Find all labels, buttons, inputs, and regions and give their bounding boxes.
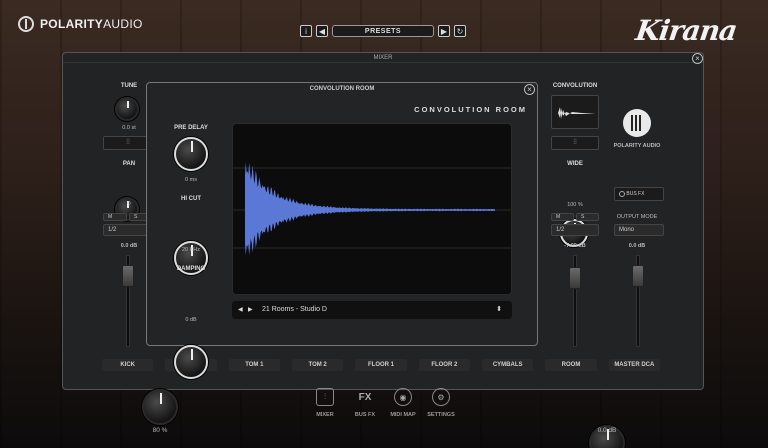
nav-settings-label: SETTINGS	[427, 412, 455, 418]
room-fader-handle[interactable]	[569, 267, 581, 289]
nav-bus-fx[interactable]: FX BUS FX	[345, 388, 385, 419]
mute-button[interactable]: M	[103, 213, 127, 221]
midi-icon: ◉	[394, 388, 412, 406]
brand-logo: POLARITYAUDIO	[18, 16, 143, 32]
fader-handle[interactable]	[122, 265, 134, 287]
damping-value: 0 dB	[185, 317, 197, 323]
next-preset-button[interactable]: ▶	[438, 25, 450, 37]
plugin-logo: Kirana	[633, 14, 739, 47]
damping-knob[interactable]	[174, 345, 208, 379]
convolution-label: CONVOLUTION	[552, 83, 598, 89]
room-mute-button[interactable]: M	[551, 213, 574, 221]
prev-preset-button[interactable]: ◀	[316, 25, 328, 37]
preset-selector[interactable]: PRESETS	[332, 25, 434, 37]
brand-name-bold: POLARITY	[40, 17, 104, 31]
hicut-label: HI CUT	[181, 196, 201, 202]
impulse-name: 21 Rooms - Studio D	[262, 306, 327, 313]
master-gain-value: 0.0 dB	[628, 243, 646, 249]
predelay-label: PRE DELAY	[174, 125, 208, 131]
ir-waveform-display	[232, 123, 513, 295]
ir-waveform	[233, 162, 513, 256]
convolution-dialog: CONVOLUTION ROOM × CONVOLUTION ROOM PRE …	[146, 82, 538, 379]
conv-eq-button[interactable]: ⫶⫶	[551, 136, 599, 150]
power-icon	[619, 190, 625, 197]
preset-bar: i ◀ PRESETS ▶ ↻	[300, 25, 466, 37]
master-brand-label: POLARITY AUDIO	[613, 143, 661, 149]
ir-waveform-shape	[245, 162, 495, 256]
nav-midi-map-label: MIDI MAP	[390, 412, 416, 418]
damping-label: DAMPING	[176, 266, 206, 272]
impulse-selector[interactable]: ◀ ▶ 21 Rooms - Studio D ⬍	[232, 301, 512, 319]
fx-icon: FX	[358, 391, 372, 403]
channel-name-master-dca[interactable]: MASTER DCA	[608, 359, 660, 371]
polarity-master-logo-icon	[623, 109, 651, 137]
bottom-right-knob-value: 0.0 dB	[597, 427, 617, 434]
channel-name-cymbals[interactable]: CYMBALS	[482, 359, 534, 371]
polarity-logo-icon	[18, 16, 34, 32]
nav-mixer[interactable]: ⫶ MIXER	[305, 388, 345, 418]
hicut-value: 20 KHz	[181, 247, 201, 253]
bottom-left-knob-value: 80 %	[152, 427, 168, 434]
brand-name-light: AUDIO	[103, 17, 143, 31]
bus-fx-button[interactable]: BUS FX	[614, 187, 664, 201]
tune-knob[interactable]	[115, 97, 139, 121]
next-ir-icon[interactable]: ▶	[248, 301, 253, 319]
output-mode-select[interactable]: Mono	[614, 224, 664, 236]
channel-name-tom-2[interactable]: TOM 2	[292, 359, 344, 371]
bus-fx-label: BUS FX	[626, 191, 645, 197]
ir-thumbnail-wave	[558, 107, 596, 119]
room-solo-button[interactable]: S	[576, 213, 599, 221]
settings-icon: ⚙	[432, 388, 450, 406]
info-button[interactable]: i	[300, 25, 312, 37]
info-icon: i	[305, 26, 307, 36]
convolution-window-title: CONVOLUTION ROOM	[309, 86, 375, 92]
room-gain-value: -7.00 dB	[564, 243, 586, 249]
nav-settings[interactable]: ⚙ SETTINGS	[421, 388, 461, 418]
nav-midi-map[interactable]: ◉ MIDI MAP	[383, 388, 423, 418]
mixer-title: MIXER	[63, 53, 703, 63]
mixer-close-icon[interactable]: ×	[692, 53, 703, 64]
bottom-left-knob[interactable]	[142, 389, 178, 425]
refresh-icon[interactable]: ↻	[454, 25, 466, 37]
master-fader-handle[interactable]	[632, 265, 644, 287]
nav-bus-fx-label: BUS FX	[354, 412, 376, 418]
convolution-close-icon[interactable]: ×	[524, 84, 535, 95]
ir-dropdown-icon[interactable]: ⬍	[496, 301, 502, 319]
prev-ir-icon[interactable]: ◀	[238, 301, 243, 319]
channel-name-tom-1[interactable]: TOM 1	[228, 359, 280, 371]
output-mode-label: OUTPUT MODE	[616, 214, 658, 220]
wide-label: WIDE	[567, 161, 583, 167]
room-routing-select[interactable]: 1/2	[551, 224, 599, 236]
mixer-icon: ⫶	[316, 388, 334, 406]
nav-mixer-label: MIXER	[316, 412, 334, 418]
predelay-knob[interactable]	[174, 137, 208, 171]
ir-thumbnail[interactable]	[551, 95, 599, 129]
channel-name-kick[interactable]: KICK	[102, 359, 154, 371]
wide-value: 100 %	[567, 202, 583, 208]
convolution-heading: CONVOLUTION ROOM	[414, 105, 527, 114]
channel-name-room[interactable]: ROOM	[545, 359, 597, 371]
channel-name-floor-2[interactable]: FLOOR 2	[418, 359, 470, 371]
channel-name-floor-1[interactable]: FLOOR 1	[355, 359, 407, 371]
predelay-value: 0 ms	[185, 177, 197, 183]
